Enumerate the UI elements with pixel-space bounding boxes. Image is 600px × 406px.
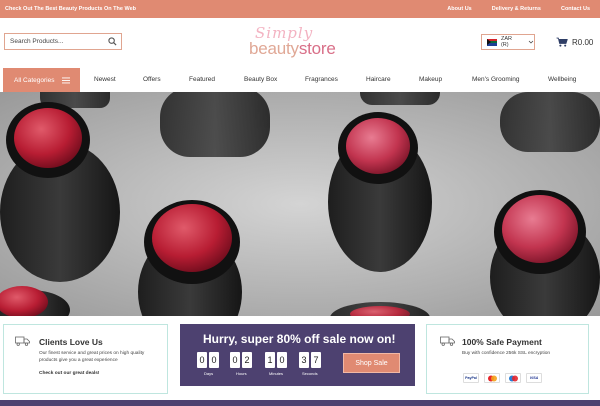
paypal-icon: PayPal <box>463 373 479 383</box>
clients-card-text-2: products give you a great experience <box>39 358 118 363</box>
search-input[interactable] <box>5 34 103 49</box>
lipstick-hero-image <box>0 92 600 316</box>
cart-total: R0.00 <box>572 37 594 47</box>
search-icon[interactable] <box>108 37 117 46</box>
maestro-icon <box>505 373 521 383</box>
contact-us-link[interactable]: Contact Us <box>561 6 590 12</box>
logo-word-beauty: beauty <box>249 39 299 58</box>
safe-payment-card: 100% Safe Payment Buy with confidence 25… <box>426 324 589 394</box>
sale-countdown-card: Hurry, super 80% off sale now on! 0 0 0 … <box>180 324 415 386</box>
shop-sale-button[interactable]: Shop Sale <box>343 353 400 373</box>
countdown-label-minutes: Minutes <box>269 371 284 376</box>
countdown-digit: 7 <box>311 352 321 368</box>
countdown-digit: 0 <box>230 352 240 368</box>
nav-item-newest[interactable]: Newest <box>94 76 116 83</box>
currency-selector[interactable]: ZAR (R) <box>481 34 535 50</box>
countdown-label-days: Days <box>204 371 214 376</box>
site-logo[interactable]: Simply beautystore <box>247 24 353 61</box>
nav-item-wellbeing[interactable]: Wellbeing <box>548 76 576 83</box>
nav-item-mens-grooming[interactable]: Men's Grooming <box>472 76 519 83</box>
footer-bar <box>0 400 600 406</box>
top-links: About Us Delivery & Returns Contact Us <box>447 6 590 12</box>
all-categories-button[interactable]: All Categories <box>3 68 80 92</box>
nav-item-makeup[interactable]: Makeup <box>419 76 442 83</box>
logo-word-store: store <box>298 39 336 58</box>
delivery-truck-icon <box>15 336 30 346</box>
countdown-digit: 2 <box>242 352 252 368</box>
countdown-digit: 1 <box>265 352 275 368</box>
nav-item-haircare[interactable]: Haircare <box>366 76 391 83</box>
delivery-truck-icon <box>440 336 455 346</box>
countdown-digit: 0 <box>209 352 219 368</box>
countdown-digit: 0 <box>197 352 207 368</box>
cart-button[interactable]: R0.00 <box>556 37 593 47</box>
nav-item-featured[interactable]: Featured <box>189 76 215 83</box>
clients-card-title: Clients Love Us <box>39 337 103 347</box>
about-us-link[interactable]: About Us <box>447 6 471 12</box>
countdown-label-hours: Hours <box>236 371 247 376</box>
sale-title: Hurry, super 80% off sale now on! <box>203 332 396 346</box>
search-box <box>4 33 122 50</box>
top-bar: Check Out The Best Beauty Products On Th… <box>0 0 600 18</box>
clients-love-us-card: Clients Love Us Our finest service and g… <box>3 324 168 394</box>
main-nav: All Categories Newest Offers Featured Be… <box>0 68 600 92</box>
nav-item-fragrances[interactable]: Fragrances <box>305 76 338 83</box>
nav-item-offers[interactable]: Offers <box>143 76 161 83</box>
mastercard-icon <box>484 373 500 383</box>
safe-payment-text: Buy with confidence 256k SSL encryption <box>462 351 551 356</box>
chevron-down-icon <box>528 40 534 44</box>
promo-text: Check Out The Best Beauty Products On Th… <box>5 6 137 12</box>
great-deals-link[interactable]: Check out our great deals! <box>39 371 100 376</box>
all-categories-label: All Categories <box>14 76 55 84</box>
delivery-returns-link[interactable]: Delivery & Returns <box>492 6 541 12</box>
countdown-digit: 3 <box>299 352 309 368</box>
countdown-label-seconds: Seconds <box>302 371 318 376</box>
logo-wordmark: beautystore <box>249 39 336 59</box>
visa-icon: VISA <box>526 373 542 383</box>
site-header: Simply beautystore ZAR (R) R0.00 <box>0 18 600 68</box>
south-africa-flag-icon <box>487 38 497 46</box>
hero-banner[interactable] <box>0 92 600 316</box>
clients-card-text-1: Our finest service and great prices on h… <box>39 351 145 356</box>
countdown-digit: 0 <box>277 352 287 368</box>
currency-label: ZAR (R) <box>500 36 512 48</box>
nav-item-beauty-box[interactable]: Beauty Box <box>244 76 277 83</box>
cart-icon <box>556 37 568 47</box>
feature-cards: Clients Love Us Our finest service and g… <box>0 316 600 400</box>
menu-icon <box>62 77 71 83</box>
safe-payment-title: 100% Safe Payment <box>462 337 542 347</box>
